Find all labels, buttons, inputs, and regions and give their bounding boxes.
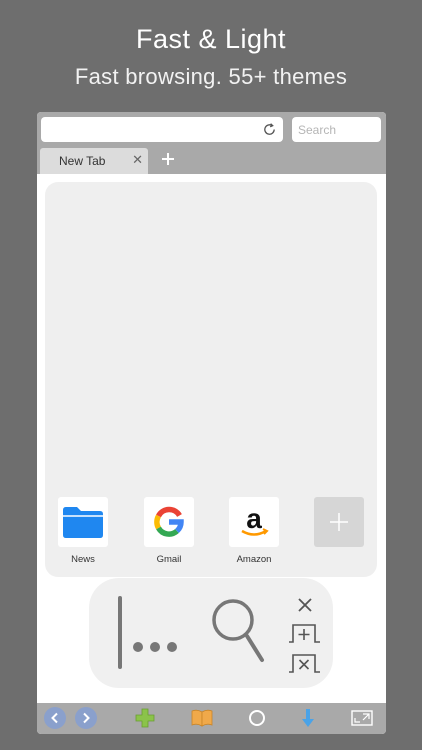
close-icon[interactable] — [295, 595, 315, 615]
top-toolbar: New Tab ✕ — [37, 112, 386, 174]
bookmarks-icon — [191, 709, 213, 727]
speed-dial-add[interactable] — [309, 497, 369, 547]
home-circle-icon — [249, 710, 265, 726]
google-g-icon — [154, 506, 184, 537]
back-icon — [44, 707, 66, 729]
svg-text:a: a — [246, 503, 262, 534]
folder-icon — [63, 507, 103, 538]
close-tab-icon[interactable] — [288, 652, 322, 674]
magnifier-icon[interactable] — [207, 594, 267, 666]
bottom-toolbar — [37, 703, 386, 734]
search-input[interactable] — [292, 117, 381, 142]
speed-dial: News Gmail a Amazon — [45, 182, 377, 577]
speed-dial-item-amazon[interactable]: a Amazon — [224, 497, 284, 565]
new-tab-icon[interactable] — [288, 622, 322, 644]
add-button[interactable] — [133, 706, 157, 730]
speed-dial-label: Gmail — [156, 554, 182, 565]
tab-close-icon[interactable]: ✕ — [132, 153, 143, 166]
tab-label: New Tab — [59, 154, 106, 168]
fullscreen-button[interactable] — [350, 706, 374, 730]
speed-dial-tile[interactable]: a — [229, 497, 279, 547]
tab-new-tab[interactable]: New Tab ✕ — [40, 148, 148, 174]
fullscreen-icon — [351, 710, 373, 726]
speed-dial-label: Amazon — [236, 554, 272, 565]
browser-window: New Tab ✕ News — [37, 112, 386, 734]
download-button[interactable] — [296, 706, 320, 730]
speed-dial-tile[interactable] — [58, 497, 108, 547]
gesture-panel — [89, 578, 333, 688]
url-bar[interactable] — [41, 117, 283, 142]
page-content: News Gmail a Amazon — [37, 174, 386, 703]
promo-subline: Fast browsing. 55+ themes — [74, 64, 348, 89]
speed-dial-item-news[interactable]: News — [53, 497, 113, 565]
speed-dial-add-tile[interactable] — [314, 497, 364, 547]
forward-icon — [75, 707, 97, 729]
speed-dial-tile[interactable] — [144, 497, 194, 547]
download-icon — [302, 709, 314, 727]
forward-button[interactable] — [74, 706, 98, 730]
speed-dial-label: News — [71, 554, 95, 565]
amazon-a-icon: a — [241, 503, 269, 536]
back-button[interactable] — [43, 706, 67, 730]
speed-dial-item-gmail[interactable]: Gmail — [139, 497, 199, 565]
add-tab-icon[interactable] — [158, 149, 178, 169]
add-icon — [135, 708, 155, 728]
reload-icon[interactable] — [262, 122, 277, 137]
cursor-more-icon[interactable] — [111, 593, 191, 673]
home-button[interactable] — [245, 706, 269, 730]
bookmarks-button[interactable] — [190, 706, 214, 730]
promo-headline: Fast & Light — [135, 24, 287, 54]
plus-icon — [330, 513, 348, 531]
